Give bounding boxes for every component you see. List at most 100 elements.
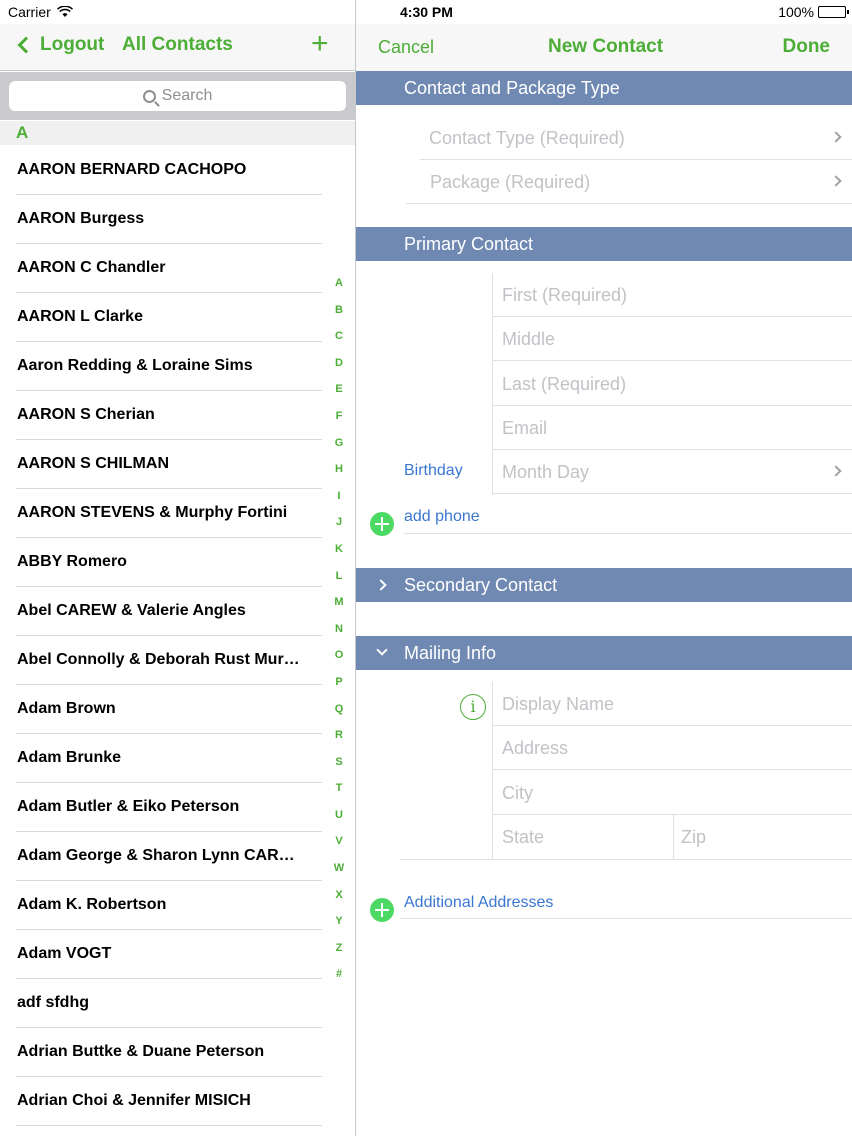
index-letter[interactable]: Z [336,940,343,967]
battery-indicator: 100% [778,4,849,20]
address-field[interactable]: Address [492,726,852,770]
index-letter[interactable]: A [335,275,343,302]
contact-row[interactable]: Adam K. Robertson [0,881,322,930]
index-letter[interactable]: C [335,328,343,355]
index-letter[interactable]: P [335,674,342,701]
contact-row[interactable]: Adam Brown [0,685,322,734]
package-field[interactable]: Package (Required) [406,160,852,204]
contact-name: AARON S CHILMAN [17,455,169,472]
middle-name-field[interactable]: Middle [492,317,852,361]
index-letter[interactable]: S [335,754,342,781]
logout-label: Logout [40,34,105,55]
index-letter[interactable]: O [335,647,344,674]
contact-row[interactable]: AARON L Clarke [0,293,322,342]
index-letter[interactable]: V [335,833,342,860]
index-letter[interactable]: N [335,621,343,648]
contact-row[interactable]: Adrian Buttke & Duane Peterson [0,1028,322,1077]
section-primary-contact: Primary Contact [356,227,852,261]
index-letter[interactable]: U [335,807,343,834]
contact-name: AARON L Clarke [17,308,143,325]
contact-name: AARON C Chandler [17,259,166,276]
contact-name: adf sfdhg [17,994,89,1011]
index-letter[interactable]: X [335,887,342,914]
birthday-label: Birthday [404,462,463,479]
index-letter[interactable]: F [336,408,343,435]
contact-name: AARON S Cherian [17,406,155,423]
contact-row[interactable]: Adam Brunke [0,734,322,783]
contact-name: Adam Butler & Eiko Peterson [17,798,240,815]
info-icon[interactable]: i [460,694,486,720]
contact-row[interactable]: Adrian Choi & Jennifer MISICH [0,1077,322,1126]
contact-row[interactable]: ABBY Romero [0,538,322,587]
index-letter[interactable]: D [335,355,343,382]
logout-button[interactable]: Logout [17,34,105,56]
index-letter[interactable]: T [336,780,343,807]
contact-row[interactable]: AARON C Chandler [0,244,322,293]
first-name-field[interactable]: First (Required) [492,273,852,317]
contact-row[interactable]: Adam George & Sharon Lynn CAR… [0,832,322,881]
index-letter[interactable]: R [335,727,343,754]
contact-row[interactable]: Aaron Redding & Loraine Sims [0,342,322,391]
index-letter[interactable]: M [334,594,343,621]
state-zip-divider [673,815,674,859]
index-letter[interactable]: W [334,860,344,887]
index-letter[interactable]: K [335,541,343,568]
index-letter[interactable]: I [337,488,340,515]
index-letter[interactable]: J [336,514,342,541]
contact-row[interactable]: AARON S Cherian [0,391,322,440]
mailing-bottom-separator [400,859,852,860]
last-name-field[interactable]: Last (Required) [492,362,852,406]
contact-name: Adam K. Robertson [17,896,167,913]
add-phone-button[interactable]: add phone [404,508,480,526]
done-button[interactable]: Done [783,36,831,58]
birthday-field[interactable]: Month Day [492,450,852,494]
index-letter[interactable]: # [336,966,342,993]
add-contact-button[interactable]: + [311,28,329,60]
first-name-placeholder: First (Required) [502,285,628,305]
contact-row[interactable]: AARON BERNARD CACHOPO [0,146,322,195]
email-field[interactable]: Email [492,406,852,450]
contact-name: AARON Burgess [17,210,145,227]
section-secondary-contact[interactable]: Secondary Contact [356,568,852,602]
additional-addresses-button[interactable]: Additional Addresses [404,894,553,912]
contact-row[interactable]: Abel Connolly & Deborah Rust Mur… [0,636,322,685]
label-column-divider [492,273,493,494]
contact-row[interactable]: Adam Butler & Eiko Peterson [0,783,322,832]
contact-row[interactable]: AARON Burgess [0,195,322,244]
state-field[interactable]: State [492,815,673,859]
display-name-field[interactable]: Display Name [492,682,852,726]
cancel-button[interactable]: Cancel [378,37,434,58]
chevron-left-icon [17,36,35,54]
search-placeholder: Search [161,87,213,104]
section-title: Contact and Package Type [404,78,620,98]
city-field[interactable]: City [492,771,852,815]
contact-name: Abel Connolly & Deborah Rust Mur… [17,651,300,668]
contact-row[interactable]: AARON STEVENS & Murphy Fortini [0,489,322,538]
section-mailing-info[interactable]: Mailing Info [356,636,852,670]
status-bar: Carrier 4:30 PM 100% [0,0,852,24]
zip-field[interactable]: Zip [673,815,852,859]
contact-row[interactable]: Abel CAREW & Valerie Angles [0,587,322,636]
contact-name: Aaron Redding & Loraine Sims [17,357,253,374]
index-letter[interactable]: Q [335,701,344,728]
chevron-right-icon [830,465,842,477]
contact-row[interactable]: adf sfdhg [0,979,322,1028]
add-phone-icon[interactable] [370,512,394,536]
index-letter[interactable]: E [335,381,342,408]
contact-name: ABBY Romero [17,553,127,570]
birthday-placeholder: Month Day [502,462,590,482]
index-letter[interactable]: H [335,461,343,488]
search-input[interactable]: Search [9,81,346,111]
contact-row[interactable]: Adam VOGT [0,930,322,979]
index-letter[interactable]: G [335,435,344,462]
contact-row[interactable]: AARON S CHILMAN [0,440,322,489]
chevron-right-icon [830,131,842,143]
add-address-icon[interactable] [370,898,394,922]
index-letter[interactable]: B [335,302,343,329]
wifi-icon [56,6,73,17]
state-placeholder: State [502,827,545,847]
index-letter[interactable]: Y [335,913,342,940]
contact-type-field[interactable]: Contact Type (Required) [420,116,852,160]
section-title: Mailing Info [404,643,497,663]
index-letter[interactable]: L [336,568,343,595]
